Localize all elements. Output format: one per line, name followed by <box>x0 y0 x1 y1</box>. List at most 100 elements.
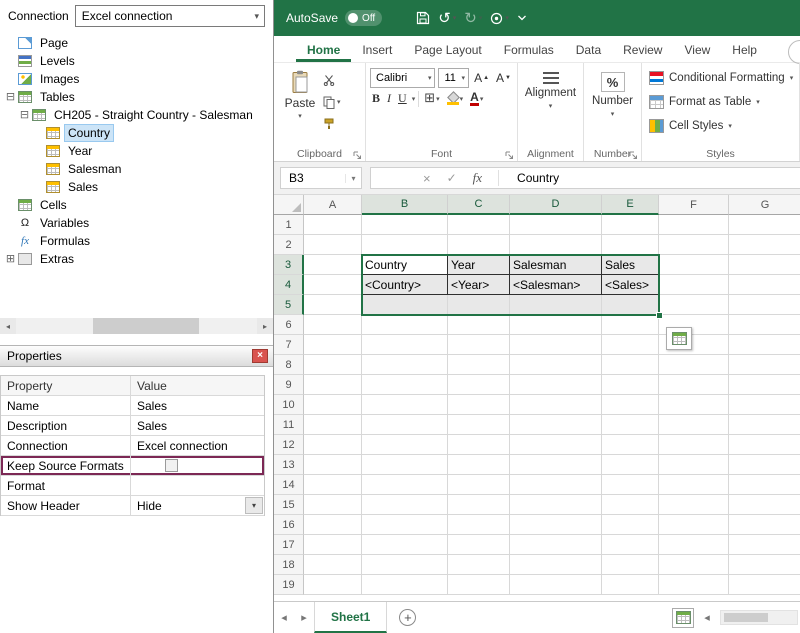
cell-C8[interactable] <box>448 355 510 375</box>
cell-F16[interactable] <box>659 515 729 535</box>
tree-item-year[interactable]: Year <box>2 142 273 160</box>
cancel-icon[interactable]: × <box>423 171 431 186</box>
column-header-G[interactable]: G <box>729 195 800 215</box>
cell-E2[interactable] <box>602 235 659 255</box>
tree-item-levels[interactable]: Levels <box>2 52 273 70</box>
column-header-D[interactable]: D <box>510 195 602 215</box>
cell-E4[interactable]: <Sales> <box>602 275 659 295</box>
underline-button[interactable]: U <box>396 90 409 107</box>
tree-item-formulas[interactable]: fxFormulas <box>2 232 273 250</box>
cell-B2[interactable] <box>362 235 448 255</box>
cell-A2[interactable] <box>304 235 362 255</box>
cell-B4[interactable]: <Country> <box>362 275 448 295</box>
select-all-corner[interactable] <box>274 195 304 215</box>
paste-button[interactable]: Paste ▾ <box>277 66 323 145</box>
borders-button[interactable]: ⊞▾ <box>422 90 441 107</box>
prev-sheet-button[interactable]: ◂ <box>274 602 294 633</box>
ribbon-tab-page-layout[interactable]: Page Layout <box>403 38 492 62</box>
cell-F5[interactable] <box>659 295 729 315</box>
cell-E17[interactable] <box>602 535 659 555</box>
cell-F4[interactable] <box>659 275 729 295</box>
cell-F13[interactable] <box>659 455 729 475</box>
cell-B7[interactable] <box>362 335 448 355</box>
cell-F9[interactable] <box>659 375 729 395</box>
row-header-15[interactable]: 15 <box>274 495 304 515</box>
cell-D1[interactable] <box>510 215 602 235</box>
column-header-A[interactable]: A <box>304 195 362 215</box>
decrease-font-button[interactable]: A▼ <box>494 70 513 86</box>
cell-A13[interactable] <box>304 455 362 475</box>
sheet-tab-sheet1[interactable]: Sheet1 <box>314 602 387 633</box>
font-name-select[interactable]: Calibri▾ <box>370 68 435 88</box>
cell-C10[interactable] <box>448 395 510 415</box>
cell-C3[interactable]: Year <box>448 255 510 275</box>
cell-G2[interactable] <box>729 235 800 255</box>
scroll-thumb[interactable] <box>93 318 199 334</box>
row-header-8[interactable]: 8 <box>274 355 304 375</box>
cell-G6[interactable] <box>729 315 800 335</box>
property-row-keep-source-formats[interactable]: Keep Source Formats <box>1 456 264 476</box>
cell-D10[interactable] <box>510 395 602 415</box>
redo-button[interactable]: ↻▾ <box>464 11 482 26</box>
tree-item-images[interactable]: Images <box>2 70 273 88</box>
tree-item-extras[interactable]: ⊞Extras <box>2 250 273 268</box>
format-as-table-button[interactable]: Format as Table ▾ <box>645 90 796 114</box>
property-row-description[interactable]: DescriptionSales <box>1 416 264 436</box>
property-value[interactable] <box>131 476 264 495</box>
cell-C12[interactable] <box>448 435 510 455</box>
copy-button[interactable]: ▾ <box>323 94 341 110</box>
cell-D4[interactable]: <Salesman> <box>510 275 602 295</box>
ribbon-tab-help[interactable]: Help <box>721 38 768 62</box>
ribbon-tab-home[interactable]: Home <box>296 38 351 62</box>
cell-C9[interactable] <box>448 375 510 395</box>
cell-C16[interactable] <box>448 515 510 535</box>
font-color-button[interactable]: A▾ <box>468 91 485 107</box>
cell-C5[interactable] <box>448 295 510 315</box>
cell-F14[interactable] <box>659 475 729 495</box>
row-header-17[interactable]: 17 <box>274 535 304 555</box>
cell-G10[interactable] <box>729 395 800 415</box>
cell-G11[interactable] <box>729 415 800 435</box>
cell-C1[interactable] <box>448 215 510 235</box>
cell-F10[interactable] <box>659 395 729 415</box>
cell-E19[interactable] <box>602 575 659 595</box>
increase-font-button[interactable]: A▲ <box>472 70 491 86</box>
cell-B14[interactable] <box>362 475 448 495</box>
cell-B19[interactable] <box>362 575 448 595</box>
undo-button[interactable]: ↺▾ <box>438 11 456 26</box>
scroll-right-icon[interactable]: ▸ <box>257 318 273 334</box>
clipboard-dialog-launcher[interactable] <box>353 149 363 159</box>
cell-A1[interactable] <box>304 215 362 235</box>
hscroll-thumb[interactable] <box>724 613 768 622</box>
cell-B6[interactable] <box>362 315 448 335</box>
cell-A14[interactable] <box>304 475 362 495</box>
italic-button[interactable]: I <box>385 90 393 107</box>
cell-G17[interactable] <box>729 535 800 555</box>
cell-E9[interactable] <box>602 375 659 395</box>
cell-A8[interactable] <box>304 355 362 375</box>
cell-D13[interactable] <box>510 455 602 475</box>
next-sheet-button[interactable]: ▸ <box>294 602 314 633</box>
cell-D18[interactable] <box>510 555 602 575</box>
cell-C6[interactable] <box>448 315 510 335</box>
row-header-18[interactable]: 18 <box>274 555 304 575</box>
sheet-options-icon[interactable] <box>672 608 694 628</box>
cell-D16[interactable] <box>510 515 602 535</box>
cell-B8[interactable] <box>362 355 448 375</box>
ribbon-tab-view[interactable]: View <box>673 38 721 62</box>
connection-select[interactable]: Excel connection ▾ <box>75 5 265 27</box>
cell-F15[interactable] <box>659 495 729 515</box>
cell-G19[interactable] <box>729 575 800 595</box>
close-icon[interactable]: × <box>252 349 268 363</box>
property-value[interactable]: Hide▾ <box>131 496 264 515</box>
cell-E11[interactable] <box>602 415 659 435</box>
cell-A4[interactable] <box>304 275 362 295</box>
number-format-button[interactable]: % Number ▾ <box>587 66 638 145</box>
cell-C13[interactable] <box>448 455 510 475</box>
row-header-10[interactable]: 10 <box>274 395 304 415</box>
cell-D7[interactable] <box>510 335 602 355</box>
ribbon-tab-review[interactable]: Review <box>612 38 673 62</box>
property-row-format[interactable]: Format <box>1 476 264 496</box>
cell-styles-button[interactable]: Cell Styles ▾ <box>645 114 796 138</box>
cell-G12[interactable] <box>729 435 800 455</box>
